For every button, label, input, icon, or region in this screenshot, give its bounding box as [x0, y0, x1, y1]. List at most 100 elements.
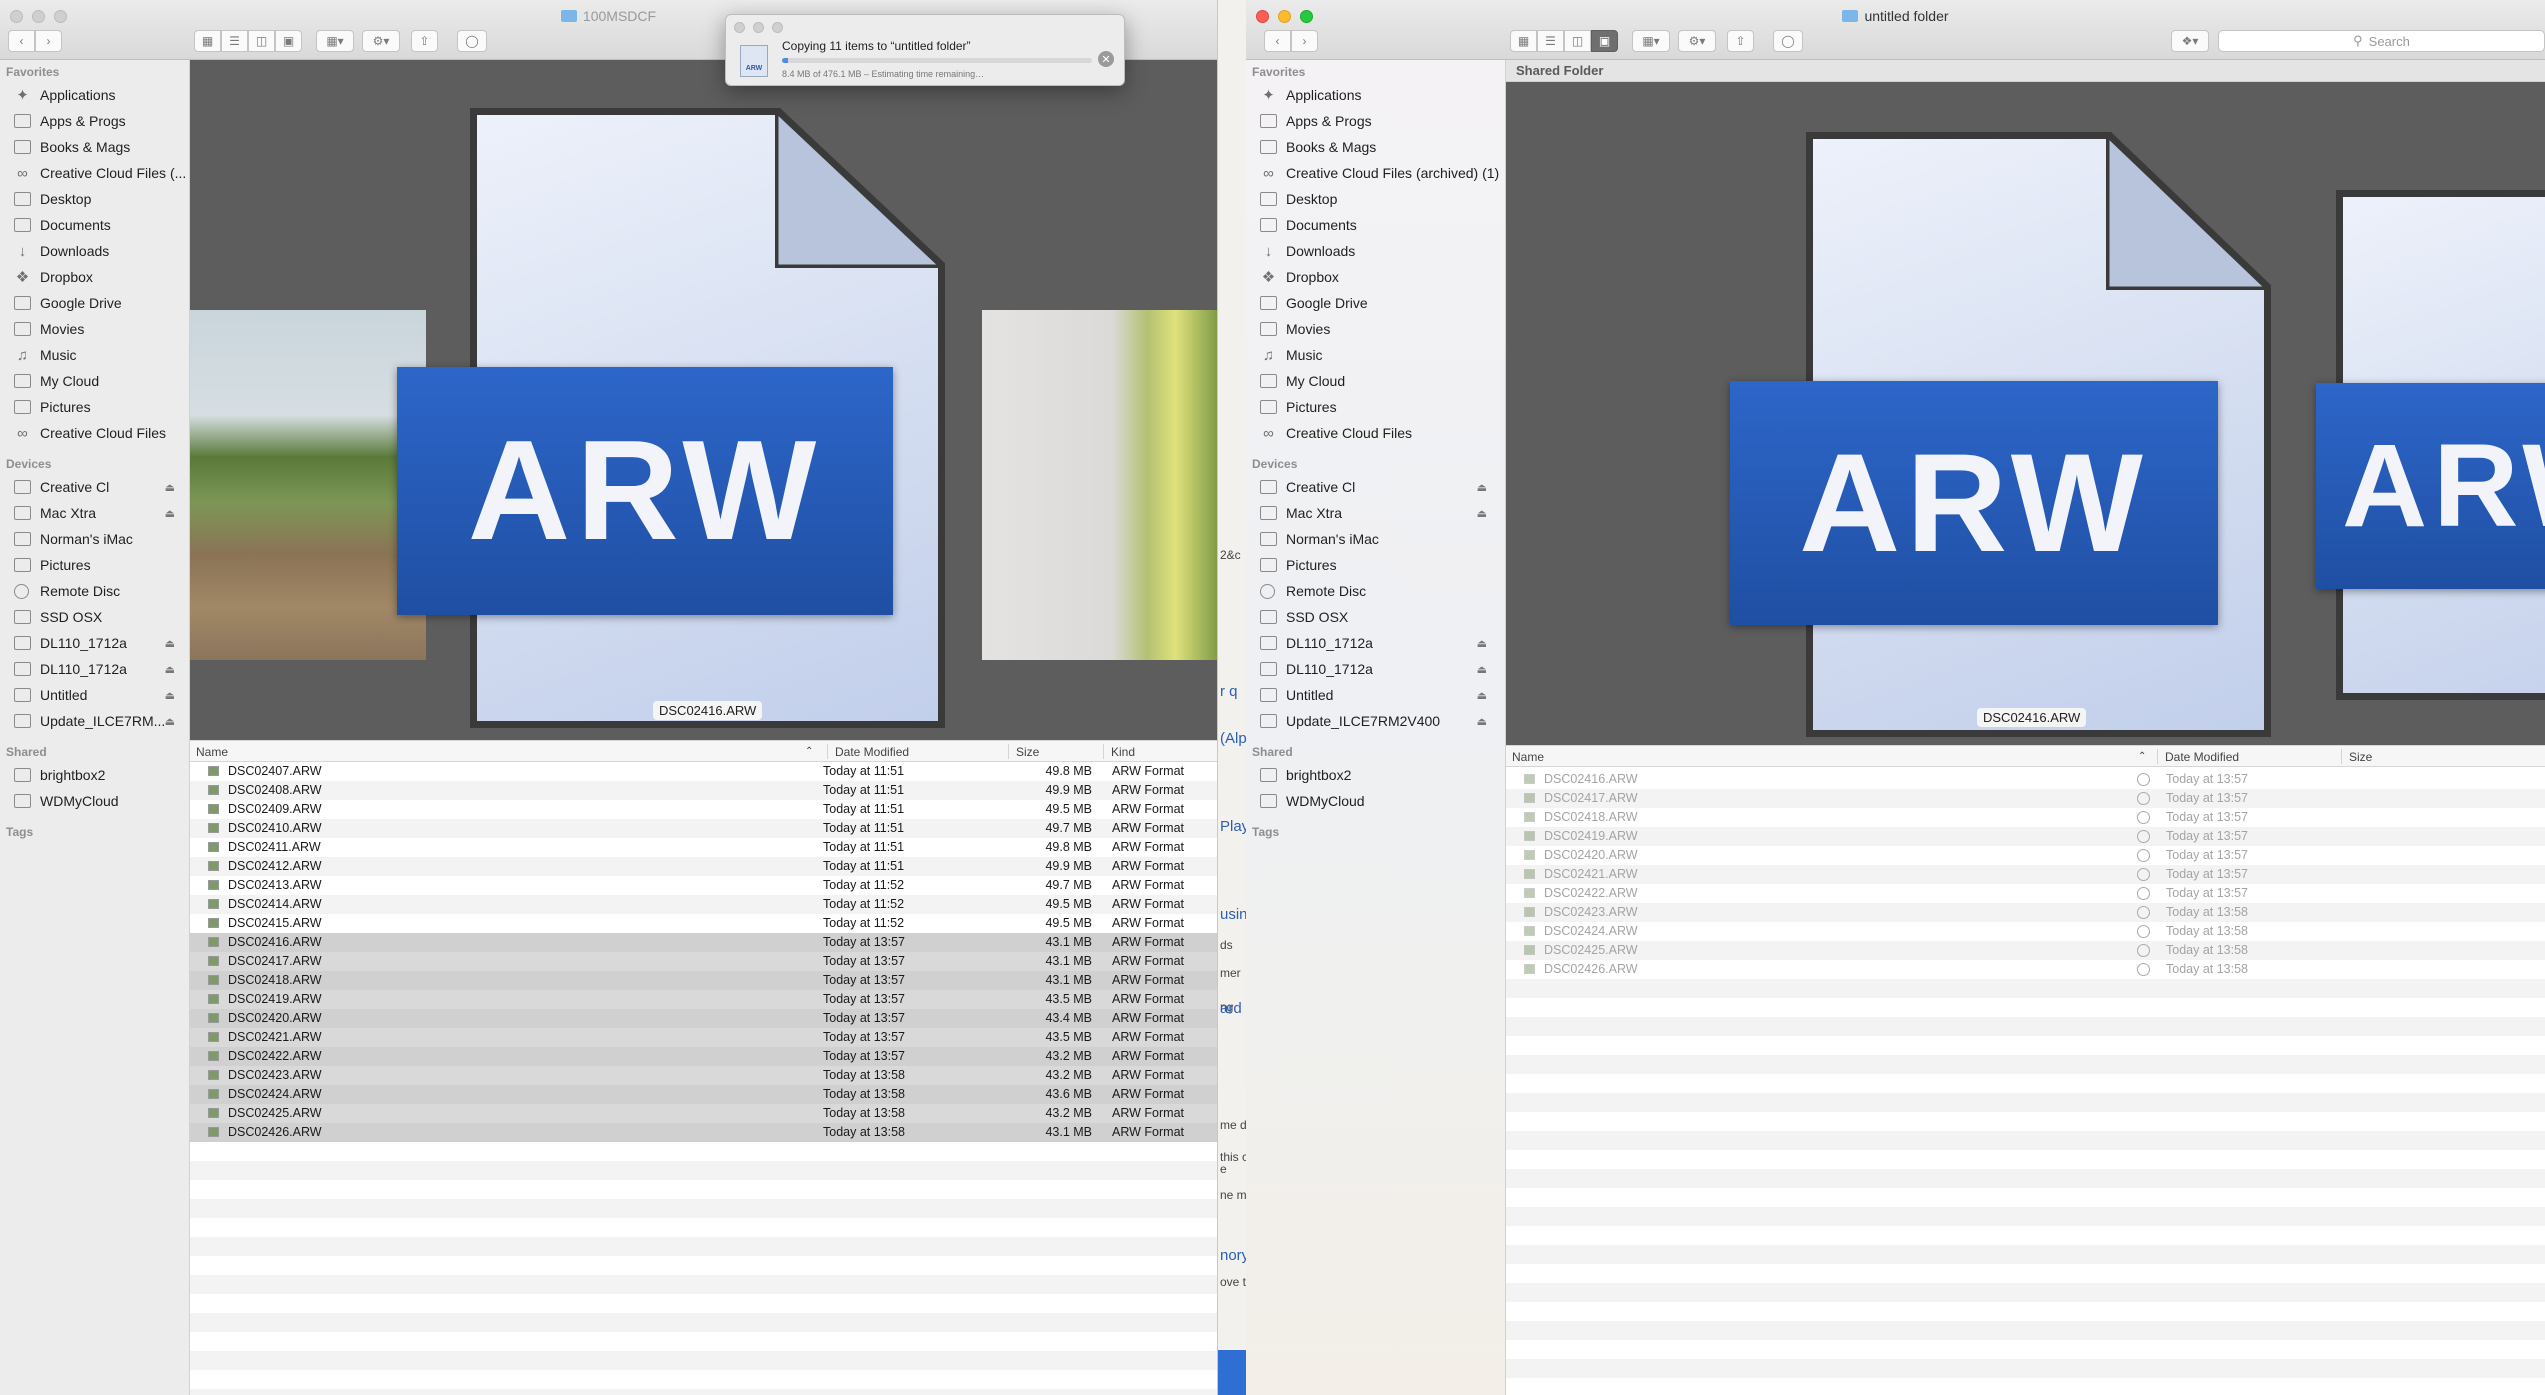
table-row[interactable]: DSC02416.ARW Today at 13:57 43.1 MB ARW For… — [190, 933, 1217, 952]
table-row[interactable]: DSC02417.ARWToday at 13:5743.1 MBARW For… — [190, 952, 1217, 971]
table-row[interactable]: DSC02423.ARWToday at 13:5843.2 MBARW For… — [1506, 903, 2545, 922]
stop-copy-button[interactable]: ✕ — [1098, 51, 1114, 67]
sidebar-item-device[interactable]: Remote Disc — [1246, 578, 1505, 604]
coverflow-view-button[interactable]: ▣ — [275, 30, 302, 52]
sidebar-item-device[interactable]: Norman's iMac — [0, 526, 189, 552]
dropbox-button[interactable]: ❖▾ — [2171, 30, 2209, 52]
sidebar-item-favorite[interactable]: Documents — [1246, 212, 1505, 238]
column-divider[interactable] — [1008, 744, 1009, 759]
table-row[interactable]: DSC02419.ARWToday at 13:5743.5 MBARW For… — [190, 990, 1217, 1009]
table-row[interactable]: DSC02418.ARWToday at 13:5743.1 MBARW For… — [1506, 808, 2545, 827]
share-button[interactable]: ⇧ — [1727, 30, 1754, 52]
column-view-button[interactable]: ◫ — [1564, 30, 1591, 52]
sidebar-item-device[interactable]: Creative Cl ⏏ — [0, 474, 189, 500]
sidebar-item-device[interactable]: Creative Cl ⏏ — [1246, 474, 1505, 500]
column-divider[interactable] — [827, 744, 828, 759]
eject-icon[interactable]: ⏏ — [1477, 663, 1487, 676]
column-date-modified[interactable]: Date Modified — [2165, 750, 2239, 764]
forward-button[interactable]: › — [1291, 30, 1318, 52]
column-divider[interactable] — [1103, 744, 1104, 759]
sidebar-item-favorite[interactable]: ∞ Creative Cloud Files — [0, 420, 189, 446]
table-row[interactable]: DSC02425.ARWToday at 13:5843.2 MBARW For… — [190, 1104, 1217, 1123]
sidebar-item-device[interactable]: SSD OSX — [1246, 604, 1505, 630]
sidebar-item-favorite[interactable]: Desktop — [0, 186, 189, 212]
eject-icon[interactable]: ⏏ — [165, 637, 175, 650]
column-divider[interactable] — [2341, 749, 2342, 764]
sidebar-item-favorite[interactable]: ↓ Downloads — [1246, 238, 1505, 264]
column-kind[interactable]: Kind — [1111, 745, 1135, 759]
sidebar-item-device[interactable]: Mac Xtra ⏏ — [0, 500, 189, 526]
sidebar-item-favorite[interactable]: ∞ Creative Cloud Files (archived) (1) — [1246, 160, 1505, 186]
forward-button[interactable]: › — [35, 30, 62, 52]
table-row[interactable]: DSC02426.ARWToday at 13:5843.1 MBARW For… — [1506, 960, 2545, 979]
sidebar-item-device[interactable]: DL110_1712a ⏏ — [1246, 630, 1505, 656]
eject-icon[interactable]: ⏏ — [165, 481, 175, 494]
column-date-modified[interactable]: Date Modified — [835, 745, 909, 759]
search-field[interactable]: ⚲ Search — [2218, 30, 2545, 52]
sidebar-item-favorite[interactable]: Movies — [1246, 316, 1505, 342]
sidebar-item-device[interactable]: Untitled ⏏ — [1246, 682, 1505, 708]
arrange-button[interactable]: ▦▾ — [1632, 30, 1670, 52]
sidebar-item-shared[interactable]: WDMyCloud — [0, 788, 189, 814]
sidebar-item-favorite[interactable]: Apps & Progs — [1246, 108, 1505, 134]
eject-icon[interactable]: ⏏ — [1477, 507, 1487, 520]
sidebar-item-favorite[interactable]: Google Drive — [1246, 290, 1505, 316]
table-row[interactable]: DSC02420.ARW Today at 13:57 43.4 MB ARW For… — [190, 1009, 1217, 1028]
dialog-close-dot[interactable] — [734, 22, 745, 33]
table-row[interactable]: DSC02413.ARW Today at 11:52 49.7 MB ARW For… — [190, 876, 1217, 895]
sidebar-item-favorite[interactable]: Pictures — [0, 394, 189, 420]
sidebar-item-device[interactable]: Mac Xtra ⏏ — [1246, 500, 1505, 526]
table-row[interactable]: DSC02407.ARW Today at 11:51 49.8 MB ARW For… — [190, 762, 1217, 781]
icon-view-button[interactable]: ▦ — [1510, 30, 1537, 52]
icon-view-button[interactable]: ▦ — [194, 30, 221, 52]
table-row[interactable]: DSC02422.ARWToday at 13:5743.2 MBARW For… — [1506, 884, 2545, 903]
table-row[interactable]: DSC02417.ARWToday at 13:5743.1 MBARW For… — [1506, 789, 2545, 808]
table-row[interactable]: DSC02419.ARWToday at 13:5743.5 MBARW For… — [1506, 827, 2545, 846]
sidebar-item-favorite[interactable]: ∞ Creative Cloud Files (... — [0, 160, 189, 186]
sidebar-item-favorite[interactable]: Books & Mags — [0, 134, 189, 160]
sidebar-item-favorite[interactable]: My Cloud — [0, 368, 189, 394]
column-size[interactable]: Size — [1016, 745, 1039, 759]
sidebar-item-favorite[interactable]: Documents — [0, 212, 189, 238]
eject-icon[interactable]: ⏏ — [1477, 481, 1487, 494]
eject-icon[interactable]: ⏏ — [1477, 689, 1487, 702]
sidebar-item-device[interactable]: DL110_1712a ⏏ — [0, 630, 189, 656]
sidebar-item-favorite[interactable]: Movies — [0, 316, 189, 342]
table-row[interactable]: DSC02412.ARW Today at 11:51 49.9 MB ARW For… — [190, 857, 1217, 876]
sidebar-item-device[interactable]: Untitled ⏏ — [0, 682, 189, 708]
sidebar-item-shared[interactable]: brightbox2 — [1246, 762, 1505, 788]
table-row[interactable]: DSC02409.ARW Today at 11:51 49.5 MB ARW For… — [190, 800, 1217, 819]
back-button[interactable]: ‹ — [8, 30, 35, 52]
sidebar-item-favorite[interactable]: ✦ Applications — [1246, 82, 1505, 108]
back-button[interactable]: ‹ — [1264, 30, 1291, 52]
list-view-button[interactable]: ☰ — [221, 30, 248, 52]
sidebar-item-favorite[interactable]: Pictures — [1246, 394, 1505, 420]
table-row[interactable]: DSC02424.ARWToday at 13:5843.6 MBARW For… — [1506, 922, 2545, 941]
sidebar-item-device[interactable]: Pictures — [0, 552, 189, 578]
tag-button[interactable]: ◯ — [457, 30, 487, 52]
action-button[interactable]: ⚙▾ — [1678, 30, 1716, 52]
table-row[interactable]: DSC02418.ARWToday at 13:5743.1 MBARW For… — [190, 971, 1217, 990]
sidebar-item-device[interactable]: DL110_1712a ⏏ — [1246, 656, 1505, 682]
sidebar-item-device[interactable]: SSD OSX — [0, 604, 189, 630]
action-button[interactable]: ⚙▾ — [362, 30, 400, 52]
sidebar-item-device[interactable]: Pictures — [1246, 552, 1505, 578]
list-view-button[interactable]: ☰ — [1537, 30, 1564, 52]
sidebar-item-device[interactable]: Update_ILCE7RM2V400 ⏏ — [1246, 708, 1505, 734]
sidebar-item-favorite[interactable]: ✦ Applications — [0, 82, 189, 108]
table-row[interactable]: DSC02425.ARWToday at 13:5843.2 MBARW For… — [1506, 941, 2545, 960]
sidebar-item-favorite[interactable]: My Cloud — [1246, 368, 1505, 394]
dialog-minimize-dot[interactable] — [753, 22, 764, 33]
arrange-button[interactable]: ▦▾ — [316, 30, 354, 52]
sidebar-item-favorite[interactable]: ❖ Dropbox — [1246, 264, 1505, 290]
sidebar-item-favorite[interactable]: ♫ Music — [1246, 342, 1505, 368]
table-row[interactable]: DSC02426.ARWToday at 13:5843.1 MBARW For… — [190, 1123, 1217, 1142]
eject-icon[interactable]: ⏏ — [165, 689, 175, 702]
tag-button[interactable]: ◯ — [1773, 30, 1803, 52]
table-row[interactable]: DSC02422.ARWToday at 13:5743.2 MBARW For… — [190, 1047, 1217, 1066]
sidebar-item-device[interactable]: Norman's iMac — [1246, 526, 1505, 552]
column-divider[interactable] — [2157, 749, 2158, 764]
eject-icon[interactable]: ⏏ — [165, 715, 175, 728]
eject-icon[interactable]: ⏏ — [1477, 637, 1487, 650]
sidebar-item-device[interactable]: Remote Disc — [0, 578, 189, 604]
